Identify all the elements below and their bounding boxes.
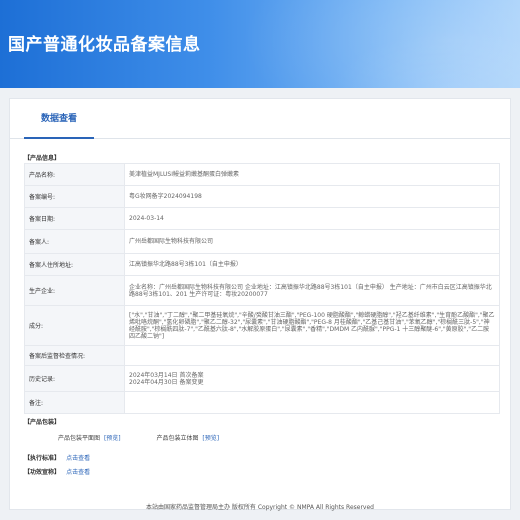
- row-key: 备案日期:: [24, 207, 125, 230]
- table-row: 生产企业: 企业名称：广州岳都国际生物科技有限公司 企业地址：江高镇振华北路88…: [24, 275, 500, 306]
- table-row: 成分: ["水","甘油","丁二醇","聚二甲基硅氧烷","辛酸/癸酸甘油三酯…: [24, 305, 500, 346]
- row-key: 备案编号:: [24, 185, 125, 208]
- section-standard: 【执行标准】 点击查看: [24, 453, 90, 462]
- section-product-info: 【产品信息】: [24, 155, 61, 162]
- row-key: 备案后监督检查情况:: [24, 345, 125, 366]
- row-key: 历史记录:: [24, 365, 125, 392]
- row-value: 2024年03月14日 首次备案 2024年04月30日 备案变更: [124, 365, 500, 392]
- table-row: 备案编号: 粤G妆网备字2024094198: [24, 185, 500, 208]
- packaging-row: 产品包装平面图 [预览] 产品包装立体图 [预览]: [58, 433, 221, 442]
- table-row: 产品名称: 美津植益MJLUSI鳗益莉嫩基酮蛋白弹嫩素: [24, 163, 500, 186]
- tab-data-view[interactable]: 数据查看: [24, 99, 94, 139]
- packaging-solid-preview-link[interactable]: [预览]: [202, 435, 219, 442]
- packaging-flat-label: 产品包装平面图: [58, 435, 101, 442]
- page-footer: 本站由国家药品监督管理局主办 版权所有 Copyright © NMPA All…: [146, 504, 374, 511]
- section-efficacy-label: 【功效宣称】: [24, 469, 61, 476]
- active-tab-indicator: [24, 137, 94, 139]
- row-value: [124, 345, 500, 366]
- table-row: 备案人: 广州岳都国际生物科技有限公司: [24, 229, 500, 254]
- tab-bar: 数据查看: [10, 99, 510, 139]
- page-header: 国产普通化妆品备案信息: [0, 0, 520, 88]
- row-value: 企业名称：广州岳都国际生物科技有限公司 企业地址：江高镇振华北路88号3栋101…: [124, 275, 500, 306]
- packaging-flat-preview-link[interactable]: [预览]: [104, 435, 121, 442]
- row-key: 产品名称:: [24, 163, 125, 186]
- standard-view-link[interactable]: 点击查看: [66, 455, 90, 462]
- row-key: 备案人住所地址:: [24, 253, 125, 276]
- table-row: 历史记录: 2024年03月14日 首次备案 2024年04月30日 备案变更: [24, 365, 500, 392]
- row-value: 江高镇振华北路88号3栋101（自主申报）: [124, 253, 500, 276]
- row-value: 粤G妆网备字2024094198: [124, 185, 500, 208]
- row-value: 广州岳都国际生物科技有限公司: [124, 229, 500, 254]
- product-info-table: 产品名称: 美津植益MJLUSI鳗益莉嫩基酮蛋白弹嫩素 备案编号: 粤G妆网备字…: [24, 163, 500, 414]
- section-standard-label: 【执行标准】: [24, 455, 61, 462]
- packaging-solid-label: 产品包装立体图: [156, 435, 199, 442]
- row-value: ["水","甘油","丁二醇","聚二甲基硅氧烷","辛酸/癸酸甘油三酯","P…: [124, 305, 500, 346]
- content-card: 数据查看 【产品信息】 产品名称: 美津植益MJLUSI鳗益莉嫩基酮蛋白弹嫩素 …: [9, 98, 511, 510]
- row-value: [124, 391, 500, 414]
- row-value: 美津植益MJLUSI鳗益莉嫩基酮蛋白弹嫩素: [124, 163, 500, 186]
- section-efficacy: 【功效宣称】 点击查看: [24, 467, 90, 476]
- table-row: 备案日期: 2024-03-14: [24, 207, 500, 230]
- row-key: 生产企业:: [24, 275, 125, 306]
- table-row: 备案人住所地址: 江高镇振华北路88号3栋101（自主申报）: [24, 253, 500, 276]
- efficacy-view-link[interactable]: 点击查看: [66, 469, 90, 476]
- row-key: 备案人:: [24, 229, 125, 254]
- row-key: 成分:: [24, 305, 125, 346]
- row-value: 2024-03-14: [124, 207, 500, 230]
- table-row: 备案后监督检查情况:: [24, 345, 500, 366]
- section-packaging: 【产品包装】: [24, 419, 61, 426]
- row-key: 备注:: [24, 391, 125, 414]
- page-title: 国产普通化妆品备案信息: [8, 35, 201, 55]
- table-row: 备注:: [24, 391, 500, 414]
